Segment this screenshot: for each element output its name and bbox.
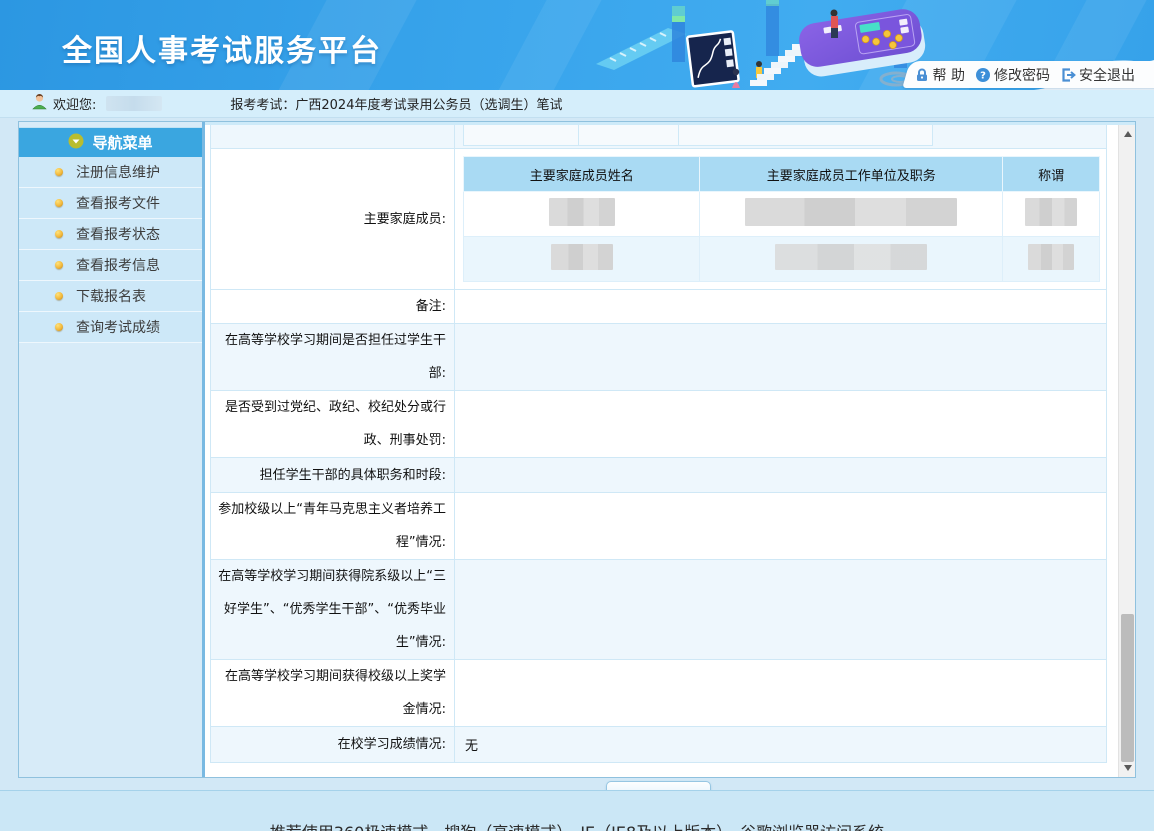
- row-label: 担任学生干部的具体职务和时段:: [211, 458, 455, 492]
- vertical-scrollbar[interactable]: [1118, 125, 1135, 777]
- redacted-relation: [1028, 244, 1074, 270]
- form-table: 主要家庭成员: 主要家庭成员姓名 主要家庭成员工作单位及职务 称谓: [210, 125, 1107, 763]
- person-on-platform: [831, 10, 839, 39]
- family-header-work: 主要家庭成员工作单位及职务: [700, 157, 1003, 192]
- utility-bar: 帮 助 ? 修改密码: [902, 61, 1154, 88]
- form-row-student-cadre: 在高等学校学习期间是否担任过学生干部:: [211, 324, 1106, 391]
- bullet-icon: [55, 261, 63, 269]
- svg-text:?: ?: [980, 70, 986, 81]
- row-value: [455, 391, 1106, 457]
- nav-menu-header[interactable]: 导航菜单: [19, 127, 202, 157]
- content-area: 主要家庭成员: 主要家庭成员姓名 主要家庭成员工作单位及职务 称谓: [205, 122, 1135, 777]
- logout-icon: [1060, 67, 1076, 83]
- bullet-icon: [55, 199, 63, 207]
- scroll-down-arrow-icon: [1124, 765, 1132, 771]
- sidebar-item-view-exam-info[interactable]: 查看报考信息: [19, 250, 202, 281]
- scroll-up-button[interactable]: [1119, 126, 1136, 142]
- form-row-honors: 在高等学校学习期间获得院系级以上“三好学生”、“优秀学生干部”、“优秀毕业生”情…: [211, 560, 1106, 660]
- family-table-row: [464, 237, 1100, 282]
- family-members-table: 主要家庭成员姓名 主要家庭成员工作单位及职务 称谓: [463, 156, 1100, 282]
- row-label: 参加校级以上“青年马克思主义者培养工程”情况:: [211, 493, 455, 559]
- row-value: [455, 560, 1106, 659]
- exam-info: 报考考试：广西2024年度考试录用公务员（选调生）笔试: [230, 94, 562, 113]
- form-row-partial: [211, 125, 1106, 149]
- sidebar-item-download-form[interactable]: 下载报名表: [19, 281, 202, 312]
- sidebar-item-view-exam-files[interactable]: 查看报考文件: [19, 188, 202, 219]
- row-value: [455, 324, 1106, 390]
- chevron-down-icon: [68, 133, 84, 153]
- welcome-greeting: 欢迎您:: [53, 94, 96, 113]
- screen: 全国人事考试服务平台 帮 助: [0, 0, 1154, 831]
- form-row-marxism-program: 参加校级以上“青年马克思主义者培养工程”情况:: [211, 493, 1106, 560]
- row-label: 在高等学校学习期间是否担任过学生干部:: [211, 324, 455, 390]
- user-name-redacted: [106, 96, 162, 111]
- row-value: 无: [455, 727, 1106, 762]
- bullet-icon: [55, 230, 63, 238]
- form-row-punishment: 是否受到过党纪、政纪、校纪处分或行政、刑事处罚:: [211, 391, 1106, 458]
- form-row-scholarship: 在高等学校学习期间获得校级以上奖学金情况:: [211, 660, 1106, 727]
- main-panel: 导航菜单 注册信息维护 查看报考文件 查看报考状态 查看报考信息: [18, 121, 1136, 778]
- sidebar-item-register-info[interactable]: 注册信息维护: [19, 157, 202, 188]
- sidebar-item-view-exam-status[interactable]: 查看报考状态: [19, 219, 202, 250]
- row-label: 在校学习成绩情况:: [211, 727, 455, 762]
- row-label: 主要家庭成员:: [211, 149, 455, 289]
- scrollbar-thumb[interactable]: [1121, 614, 1134, 762]
- bullet-icon: [55, 292, 63, 300]
- redacted-work-unit: [775, 244, 927, 270]
- footer: 推荐使用360极速模式、搜狗（高速模式）、IE（IE8及以上版本）、谷歌浏览器访…: [0, 790, 1154, 831]
- change-password-link[interactable]: ? 修改密码: [972, 65, 1053, 85]
- row-label: 是否受到过党纪、政纪、校纪处分或行政、刑事处罚:: [211, 391, 455, 457]
- row-value: [455, 493, 1106, 559]
- row-value: [455, 290, 1106, 323]
- scroll-up-arrow-icon: [1124, 131, 1132, 137]
- form-row-family: 主要家庭成员: 主要家庭成员姓名 主要家庭成员工作单位及职务 称谓: [211, 149, 1106, 290]
- scroll-down-button[interactable]: [1119, 760, 1136, 776]
- row-value: [455, 458, 1106, 492]
- app-title: 全国人事考试服务平台: [62, 26, 382, 70]
- sidebar-item-query-scores[interactable]: 查询考试成绩: [19, 312, 202, 343]
- redacted-relation: [1025, 198, 1077, 226]
- logout-link[interactable]: 安全退出: [1057, 65, 1138, 85]
- bullet-icon: [55, 168, 63, 176]
- row-label: 备注:: [211, 290, 455, 323]
- form-row-remark: 备注:: [211, 290, 1106, 324]
- header-stripe: [483, 0, 612, 90]
- form-row-academic-record: 在校学习成绩情况: 无: [211, 727, 1106, 762]
- row-label: 在高等学校学习期间获得院系级以上“三好学生”、“优秀学生干部”、“优秀毕业生”情…: [211, 560, 455, 659]
- footer-notice: 推荐使用360极速模式、搜狗（高速模式）、IE（IE8及以上版本）、谷歌浏览器访…: [0, 819, 1154, 831]
- redacted-name: [549, 198, 615, 226]
- monitor-graphic: [687, 31, 739, 86]
- family-table-header-row: 主要家庭成员姓名 主要家庭成员工作单位及职务 称谓: [464, 157, 1100, 192]
- header: 全国人事考试服务平台 帮 助: [0, 0, 1154, 90]
- form-row-cadre-duty: 担任学生干部的具体职务和时段:: [211, 458, 1106, 493]
- redacted-work-unit: [745, 198, 957, 226]
- nested-table-remnant: [463, 125, 933, 146]
- user-avatar-icon: [32, 93, 47, 114]
- redacted-name: [551, 244, 613, 270]
- nav-menu: 导航菜单 注册信息维护 查看报考文件 查看报考状态 查看报考信息: [19, 127, 202, 343]
- family-table-row: [464, 192, 1100, 237]
- family-header-relation: 称谓: [1003, 157, 1100, 192]
- lock-icon: [914, 67, 930, 83]
- help-link[interactable]: 帮 助: [911, 65, 968, 85]
- welcome-bar: 欢迎您: 报考考试：广西2024年度考试录用公务员（选调生）笔试: [0, 90, 1154, 118]
- row-value: [455, 660, 1106, 726]
- row-label: [211, 125, 455, 148]
- sidebar: 导航菜单 注册信息维护 查看报考文件 查看报考状态 查看报考信息: [19, 122, 205, 777]
- bullet-icon: [55, 323, 63, 331]
- family-header-name: 主要家庭成员姓名: [464, 157, 700, 192]
- row-label: 在高等学校学习期间获得校级以上奖学金情况:: [211, 660, 455, 726]
- question-icon: ?: [975, 67, 991, 83]
- header-illustration: [596, 0, 926, 90]
